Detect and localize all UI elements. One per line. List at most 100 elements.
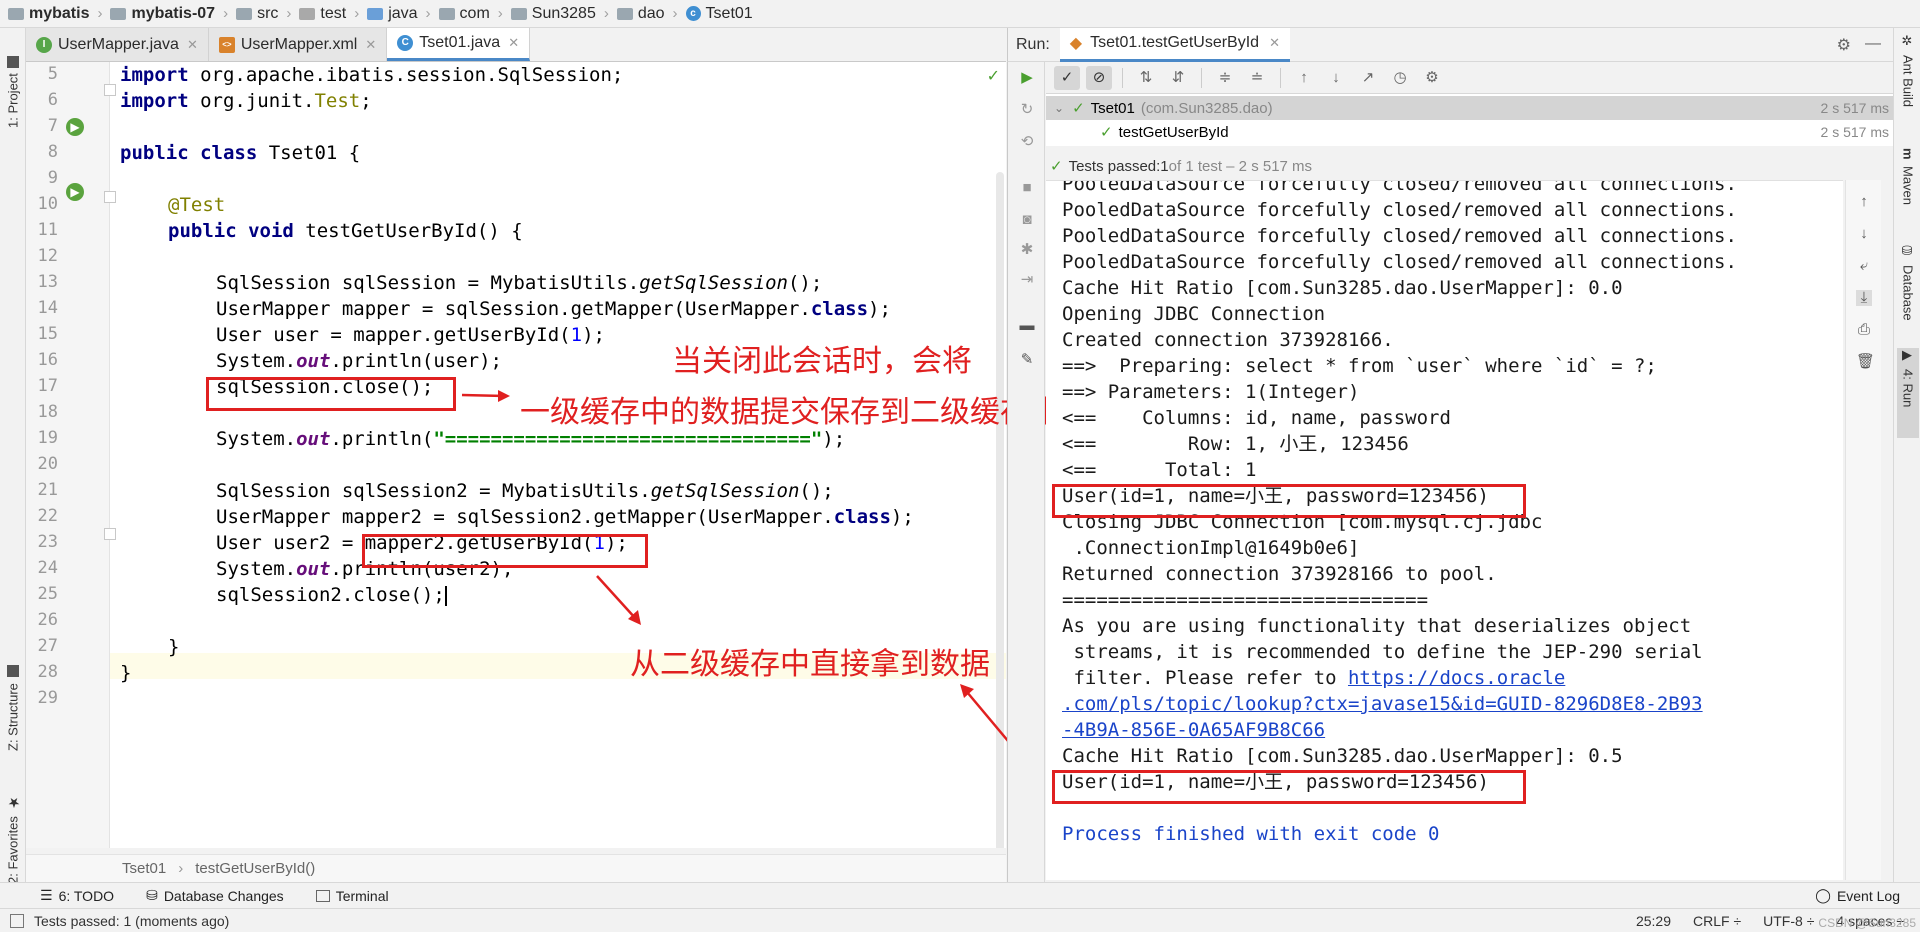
console-toolbar: ↑ ↓ ⤶ ⤓ ⎙ 🗑: [1845, 180, 1881, 880]
right-tool-stripe: ✲ Ant Build m Maven ⛁ Database ▶ 4: Run: [1893, 28, 1920, 906]
test-runner-toolbar: ✓ ⊘ ⇅ ⇵ ≑ ≐ ↑ ↓ ↗ ◷ ⚙: [1046, 62, 1893, 94]
arrow-down-icon[interactable]: ↓: [1856, 226, 1872, 242]
expand-all-icon[interactable]: ≑: [1212, 66, 1238, 90]
watermark: CSDN @Sun3285: [1818, 916, 1916, 930]
console-line: As you are using functionality that dese…: [1062, 615, 1692, 637]
show-passed-icon[interactable]: ✓: [1054, 65, 1080, 90]
layout-icon[interactable]: ▬: [1019, 318, 1035, 334]
console-line: Opening JDBC Connection: [1062, 303, 1326, 325]
caret-position[interactable]: 25:29: [1636, 913, 1671, 929]
docs-link-cont[interactable]: .com/pls/topic/lookup?ctx=javase15&id=GU…: [1062, 693, 1703, 715]
run-label: Run:: [1016, 35, 1050, 53]
console-line: Returned connection 373928166 to pool.: [1062, 563, 1497, 585]
tool-window-bar: ☰ 6: TODO ⛁ Database Changes Terminal ◯ Eve…: [0, 882, 1920, 908]
console-line: <== Columns: id, name, password: [1062, 407, 1451, 429]
history-icon[interactable]: ◷: [1387, 66, 1413, 90]
console-line: Created connection 373928166.: [1062, 329, 1394, 351]
tree-node-method[interactable]: ✓ testGetUserById 2 s 517 ms: [1046, 120, 1893, 144]
database-icon: ⛁: [1900, 244, 1916, 259]
editor-breadcrumb: Tset01 › testGetUserById(): [26, 854, 1006, 882]
sort-duration-icon[interactable]: ⇵: [1165, 66, 1191, 90]
rerun-failed-icon[interactable]: ↻: [1019, 102, 1035, 118]
open-external-icon[interactable]: ↗: [1355, 66, 1381, 90]
console-line: Cache Hit Ratio [com.Sun3285.dao.UserMap…: [1062, 745, 1623, 767]
run-config-tab[interactable]: ◆ Tset01.testGetUserById ✕: [1059, 27, 1290, 62]
arrow-up-icon[interactable]: ↑: [1291, 66, 1317, 90]
test-config-icon: ◆: [1069, 35, 1083, 52]
run-icon: ▶: [1900, 348, 1916, 363]
console-line: <== Row: 1, 小王, 123456: [1062, 433, 1409, 455]
annotation-text-1: 当关闭此会话时，会将: [672, 344, 972, 379]
rerun-icon[interactable]: ▶: [1019, 70, 1035, 86]
console-line: .com/pls/topic/lookup?ctx=javase15&id=GU…: [1062, 691, 1703, 717]
chevron-down-icon: ⌄: [1054, 101, 1065, 115]
stop-icon[interactable]: ■: [1019, 180, 1035, 196]
console-line: Cache Hit Ratio [com.Sun3285.dao.UserMap…: [1062, 277, 1623, 299]
event-log-icon: ◯: [1815, 887, 1831, 903]
tests-passed-bar: ✓ Tests passed: 1 of 1 test – 2 s 517 ms: [1046, 152, 1893, 180]
console-line: ==> Preparing: select * from `user` wher…: [1062, 355, 1657, 377]
settings-icon[interactable]: ⚙: [1419, 66, 1445, 90]
arrow-up-icon[interactable]: ↑: [1856, 194, 1872, 210]
chevron-right-icon: ›: [178, 860, 184, 877]
check-icon: ✓: [1050, 158, 1063, 175]
database-changes-icon: ⛁: [146, 887, 158, 903]
run-side-toolbar: ▶ ↻ ⟲ ■ ◙ ✱ ⇥ ▬ ✎: [1007, 62, 1045, 882]
soft-wrap-icon[interactable]: ⤶: [1856, 258, 1872, 274]
arrowhead-icon: [498, 390, 510, 402]
console-line: .ConnectionImpl@1649b0e6]: [1062, 537, 1360, 559]
sort-alpha-icon[interactable]: ⇅: [1133, 66, 1159, 90]
crumb-class[interactable]: Tset01: [122, 860, 166, 877]
tool-tab-database[interactable]: ⛁ Database: [1897, 244, 1919, 334]
status-message: Tests passed: 1 (moments ago): [34, 912, 230, 929]
highlight-box-user-2: [1052, 770, 1526, 804]
console-line: PooledDataSource forcefully closed/remov…: [1062, 199, 1737, 221]
panel-toggle-icon[interactable]: [10, 913, 24, 928]
console-line-exit: Process finished with exit code 0: [1062, 823, 1440, 845]
line-separator[interactable]: CRLF ÷: [1693, 913, 1741, 929]
collapse-all-icon[interactable]: ≐: [1244, 66, 1270, 90]
trash-icon[interactable]: 🗑: [1856, 354, 1875, 370]
tree-node-class[interactable]: ⌄ ✓ Tset01 (com.Sun3285.dao) 2 s 517 ms: [1046, 96, 1893, 120]
tool-database-changes[interactable]: ⛁ Database Changes: [146, 887, 284, 904]
crumb-method[interactable]: testGetUserById(): [195, 860, 315, 877]
close-icon[interactable]: ✕: [1269, 35, 1280, 51]
scroll-to-end-icon[interactable]: ⤓: [1856, 290, 1872, 306]
toggle-auto-test-icon[interactable]: ⟲: [1019, 134, 1035, 150]
tool-todo[interactable]: ☰ 6: TODO: [40, 887, 114, 904]
docs-link-cont[interactable]: -4B9A-856E-0A65AF9B8C66: [1062, 719, 1325, 741]
file-encoding[interactable]: UTF-8 ÷: [1763, 913, 1814, 929]
arrow-line: [596, 575, 637, 620]
tool-tab-ant-build[interactable]: ✲ Ant Build: [1897, 34, 1919, 124]
tool-event-log[interactable]: ◯ Event Log: [1815, 887, 1920, 904]
minimize-icon[interactable]: —: [1865, 35, 1881, 55]
console-line: -4B9A-856E-0A65AF9B8C66: [1062, 717, 1325, 743]
tool-tab-run[interactable]: ▶ 4: Run: [1897, 348, 1919, 438]
camera-icon[interactable]: ◙: [1019, 212, 1035, 228]
console-line: ==> Parameters: 1(Integer): [1062, 381, 1360, 403]
tool-terminal[interactable]: Terminal: [315, 888, 389, 904]
check-icon: ✓: [1100, 124, 1113, 141]
print-icon[interactable]: ⎙: [1856, 322, 1872, 338]
tool-tab-maven[interactable]: m Maven: [1897, 148, 1919, 228]
export-icon[interactable]: ⇥: [1019, 272, 1035, 288]
console-line: <== Total: 1: [1062, 459, 1257, 481]
gear-icon[interactable]: ⚙: [1837, 35, 1851, 55]
docs-link[interactable]: https://docs.oracle: [1348, 667, 1565, 689]
status-bar: Tests passed: 1 (moments ago) 25:29 CRLF…: [0, 908, 1920, 932]
console-line: PooledDataSource forcefully closed/remov…: [1062, 251, 1737, 273]
arrow-down-icon[interactable]: ↓: [1323, 66, 1349, 90]
ant-icon: ✲: [1900, 34, 1916, 49]
console-line: ================================: [1062, 589, 1429, 611]
show-ignored-icon[interactable]: ⊘: [1086, 65, 1112, 90]
debug-icon[interactable]: ✱: [1019, 242, 1035, 258]
console-line: filter. Please refer to https://docs.ora…: [1062, 667, 1566, 689]
run-panel-header: Run: ◆ Tset01.testGetUserById ✕ ⚙ —: [1007, 27, 1893, 62]
terminal-icon: [315, 889, 330, 902]
pin-icon[interactable]: ✎: [1019, 352, 1035, 368]
maven-icon: m: [1900, 148, 1916, 160]
list-icon: ☰: [40, 887, 53, 903]
console-line: streams, it is recommended to define the…: [1062, 641, 1703, 663]
annotation-text-2: 一级缓存中的数据提交保存到二级缓存中: [520, 395, 1060, 430]
highlight-box-user-1: [1052, 484, 1526, 518]
